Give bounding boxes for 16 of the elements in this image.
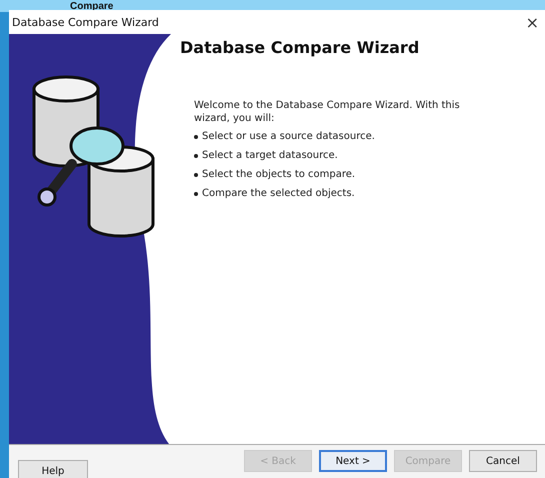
bullet-icon bbox=[194, 134, 198, 138]
window-title: Database Compare Wizard bbox=[12, 16, 159, 28]
bullet-item: Select a target datasource. bbox=[202, 150, 338, 161]
help-button[interactable]: Help bbox=[18, 460, 88, 478]
bullet-item: Select the objects to compare. bbox=[202, 169, 356, 180]
background-window-title: Compare bbox=[70, 1, 114, 12]
wizard-button[interactable]: Next > bbox=[319, 450, 387, 472]
bullet-icon bbox=[194, 154, 198, 158]
bullet-item: Compare the selected objects. bbox=[202, 188, 355, 199]
bullet-item: Select or use a source datasource. bbox=[202, 131, 375, 142]
close-button[interactable]: × bbox=[524, 12, 541, 32]
wizard-heading: Database Compare Wizard bbox=[180, 38, 420, 57]
intro-text: Welcome to the Database Compare Wizard. With this wizard, you will: bbox=[194, 99, 461, 125]
wizard-button[interactable]: Cancel bbox=[469, 450, 537, 472]
bullet-icon bbox=[194, 172, 198, 176]
bullet-icon bbox=[194, 192, 198, 196]
